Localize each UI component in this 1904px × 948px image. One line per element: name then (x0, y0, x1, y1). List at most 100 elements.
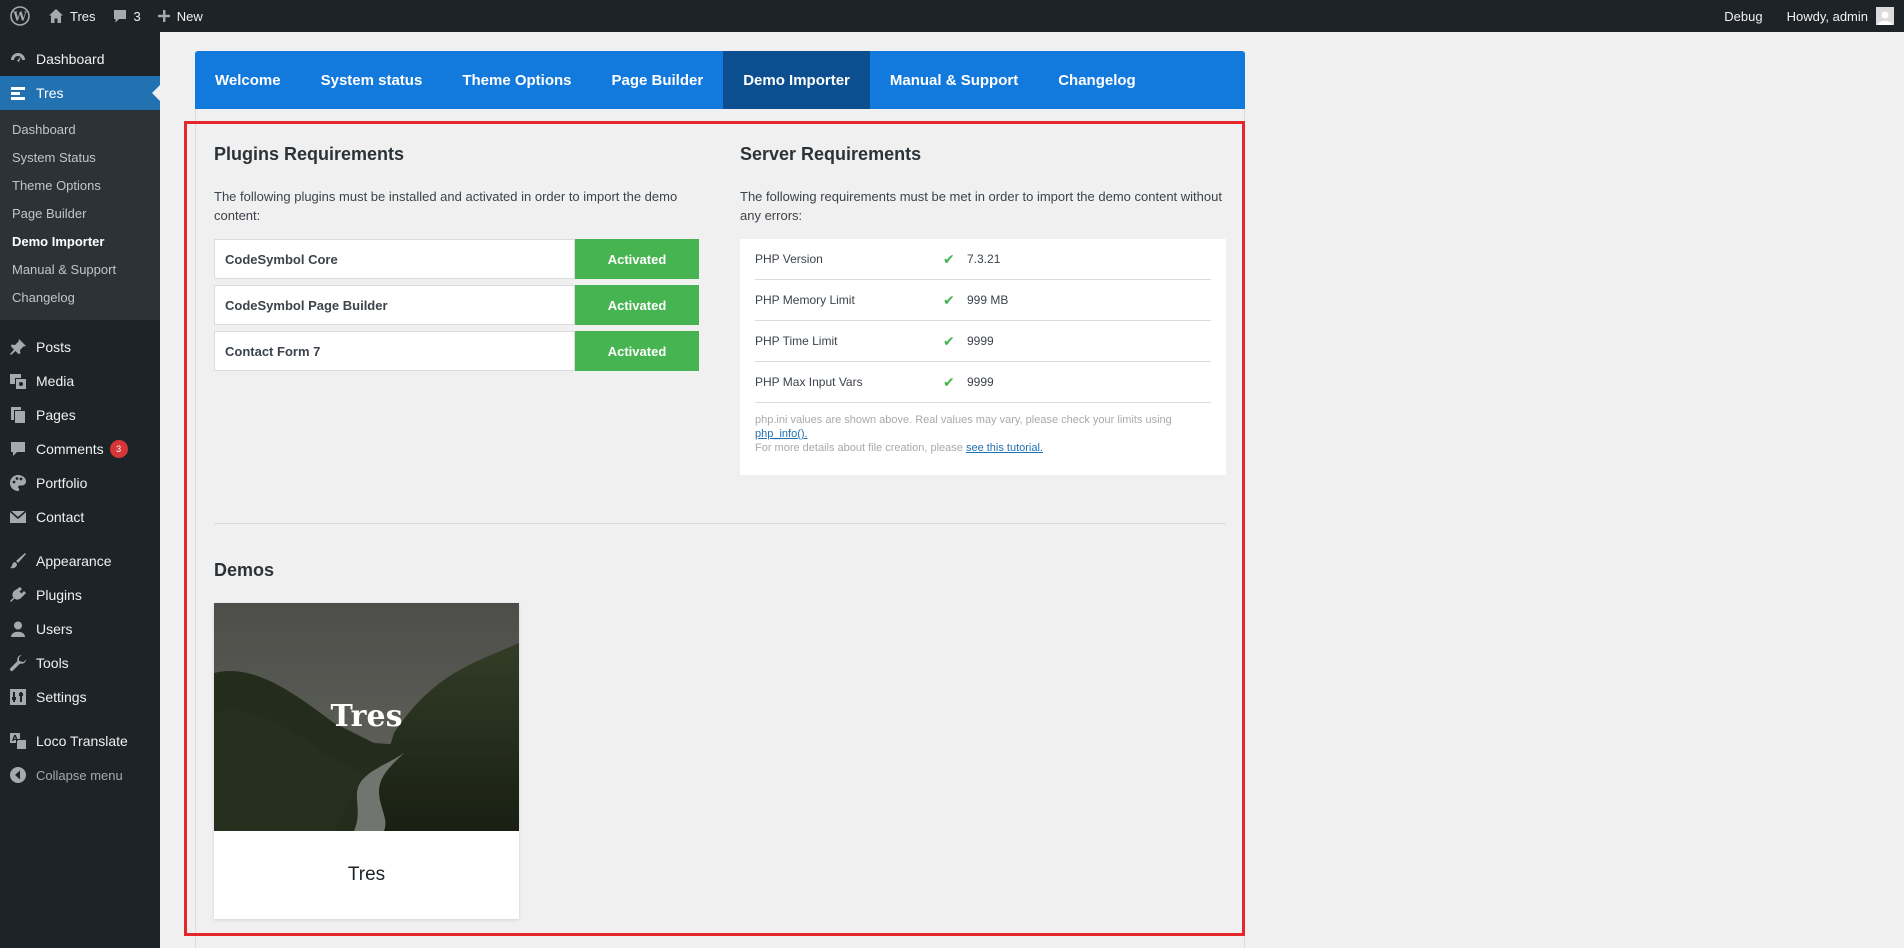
admin-sidebar: Dashboard Tres Dashboard System Status T… (0, 32, 160, 948)
requirement-label: PHP Version (755, 252, 823, 266)
checkmark-icon: ✔ (943, 291, 955, 308)
wrench-icon (8, 653, 28, 673)
menu-loco-translate[interactable]: A Loco Translate (0, 724, 160, 758)
submenu-manual-support[interactable]: Manual & Support (0, 256, 160, 284)
comments-icon (8, 439, 28, 459)
pages-icon (8, 405, 28, 425)
plus-icon (157, 9, 171, 23)
menu-plugins[interactable]: Plugins (0, 578, 160, 612)
demo-thumbnail-title: Tres (330, 699, 403, 734)
see-tutorial-link[interactable]: see this tutorial. (966, 442, 1043, 454)
collapse-menu-button[interactable]: Collapse menu (0, 758, 160, 792)
section-divider (214, 523, 1226, 524)
menu-contact[interactable]: Contact (0, 500, 160, 534)
debug-link[interactable]: Debug (1716, 0, 1778, 32)
requirement-row: PHP Max Input Vars ✔ 9999 (755, 362, 1211, 403)
plugin-name: Contact Form 7 (214, 331, 575, 371)
svg-text:W: W (12, 10, 27, 24)
wordpress-logo-button[interactable]: W (0, 0, 40, 32)
plugin-name: CodeSymbol Page Builder (214, 285, 575, 325)
requirement-row: PHP Memory Limit ✔ 999 MB (755, 280, 1211, 321)
requirement-value: 7.3.21 (967, 252, 1001, 266)
checkmark-icon: ✔ (943, 332, 955, 349)
comments-link[interactable]: 3 (104, 0, 149, 32)
paintbrush-icon (8, 551, 28, 571)
server-requirements-table: PHP Version ✔ 7.3.21 PHP Memory Limit ✔ … (740, 239, 1226, 475)
plugin-row: CodeSymbol Core Activated (214, 239, 699, 279)
translate-icon: A (8, 731, 28, 751)
my-account-link[interactable]: Howdy, admin (1779, 0, 1904, 32)
requirement-value: 9999 (967, 375, 994, 389)
avatar-icon (1878, 11, 1892, 25)
plug-icon (8, 585, 28, 605)
requirement-value: 999 MB (967, 293, 1009, 307)
pushpin-icon (8, 337, 28, 357)
user-icon (8, 619, 28, 639)
demo-thumbnail[interactable]: Tres (214, 603, 519, 831)
demos-title: Demos (214, 560, 275, 580)
submenu-theme-options[interactable]: Theme Options (0, 172, 160, 200)
tab-welcome[interactable]: Welcome (195, 51, 301, 109)
admin-bar: W Tres 3 New Debug Howdy, admin (0, 0, 1904, 32)
menu-comments[interactable]: Comments 3 (0, 432, 160, 466)
checkmark-icon: ✔ (943, 373, 955, 390)
submenu-system-status[interactable]: System Status (0, 144, 160, 172)
plugin-name: CodeSymbol Core (214, 239, 575, 279)
menu-pages[interactable]: Pages (0, 398, 160, 432)
demo-card[interactable]: Tres Tres (214, 603, 519, 919)
tab-page-builder[interactable]: Page Builder (592, 51, 724, 109)
requirement-row: PHP Time Limit ✔ 9999 (755, 321, 1211, 362)
new-label: New (176, 8, 203, 24)
menu-settings[interactable]: Settings (0, 680, 160, 714)
requirement-label: PHP Max Input Vars (755, 375, 863, 389)
checkmark-icon: ✔ (943, 250, 955, 267)
server-requirements-desc: The following requirements must be met i… (740, 189, 1222, 223)
submenu-page-builder[interactable]: Page Builder (0, 200, 160, 228)
plugin-row: Contact Form 7 Activated (214, 331, 699, 371)
avatar (1876, 7, 1894, 25)
tab-demo-importer[interactable]: Demo Importer (723, 51, 870, 109)
debug-label: Debug (1724, 8, 1763, 24)
theme-tabs: Welcome System status Theme Options Page… (195, 51, 1245, 109)
site-name: Tres (70, 8, 96, 24)
menu-users[interactable]: Users (0, 612, 160, 646)
media-icon (8, 371, 28, 391)
php-info-link[interactable]: php_info(). (755, 428, 808, 440)
requirement-row: PHP Version ✔ 7.3.21 (755, 239, 1211, 280)
site-name-link[interactable]: Tres (40, 0, 104, 32)
dashboard-gauge-icon (8, 49, 28, 69)
tres-theme-icon (8, 83, 28, 103)
requirements-note: php.ini values are shown above. Real val… (755, 414, 1172, 454)
menu-tres[interactable]: Tres (0, 76, 160, 110)
submenu-dashboard[interactable]: Dashboard (0, 116, 160, 144)
menu-appearance[interactable]: Appearance (0, 544, 160, 578)
howdy-label: Howdy, admin (1786, 8, 1868, 24)
menu-tools[interactable]: Tools (0, 646, 160, 680)
menu-portfolio[interactable]: Portfolio (0, 466, 160, 500)
envelope-icon (8, 507, 28, 527)
home-icon (48, 8, 64, 24)
demo-name: Tres (347, 864, 386, 885)
comments-count: 3 (133, 8, 141, 24)
submenu-demo-importer[interactable]: Demo Importer (0, 228, 160, 256)
portfolio-palette-icon (8, 473, 28, 493)
tres-submenu: Dashboard System Status Theme Options Pa… (0, 110, 160, 320)
new-content-link[interactable]: New (149, 0, 211, 32)
plugin-status-badge: Activated (575, 285, 699, 325)
plugin-status-badge: Activated (575, 331, 699, 371)
plugins-requirements-title: Plugins Requirements (214, 144, 405, 164)
collapse-arrow-icon (8, 765, 28, 785)
menu-dashboard[interactable]: Dashboard (0, 42, 160, 76)
menu-posts[interactable]: Posts (0, 330, 160, 364)
submenu-changelog[interactable]: Changelog (0, 284, 160, 312)
comments-count-badge: 3 (109, 440, 128, 458)
tab-changelog[interactable]: Changelog (1038, 51, 1156, 109)
requirement-label: PHP Time Limit (755, 334, 838, 348)
tab-manual-support[interactable]: Manual & Support (870, 51, 1038, 109)
requirement-value: 9999 (967, 334, 994, 348)
menu-media[interactable]: Media (0, 364, 160, 398)
tab-system-status[interactable]: System status (301, 51, 443, 109)
requirement-label: PHP Memory Limit (755, 293, 855, 307)
tab-theme-options[interactable]: Theme Options (442, 51, 591, 109)
wordpress-logo-icon: W (10, 6, 30, 26)
